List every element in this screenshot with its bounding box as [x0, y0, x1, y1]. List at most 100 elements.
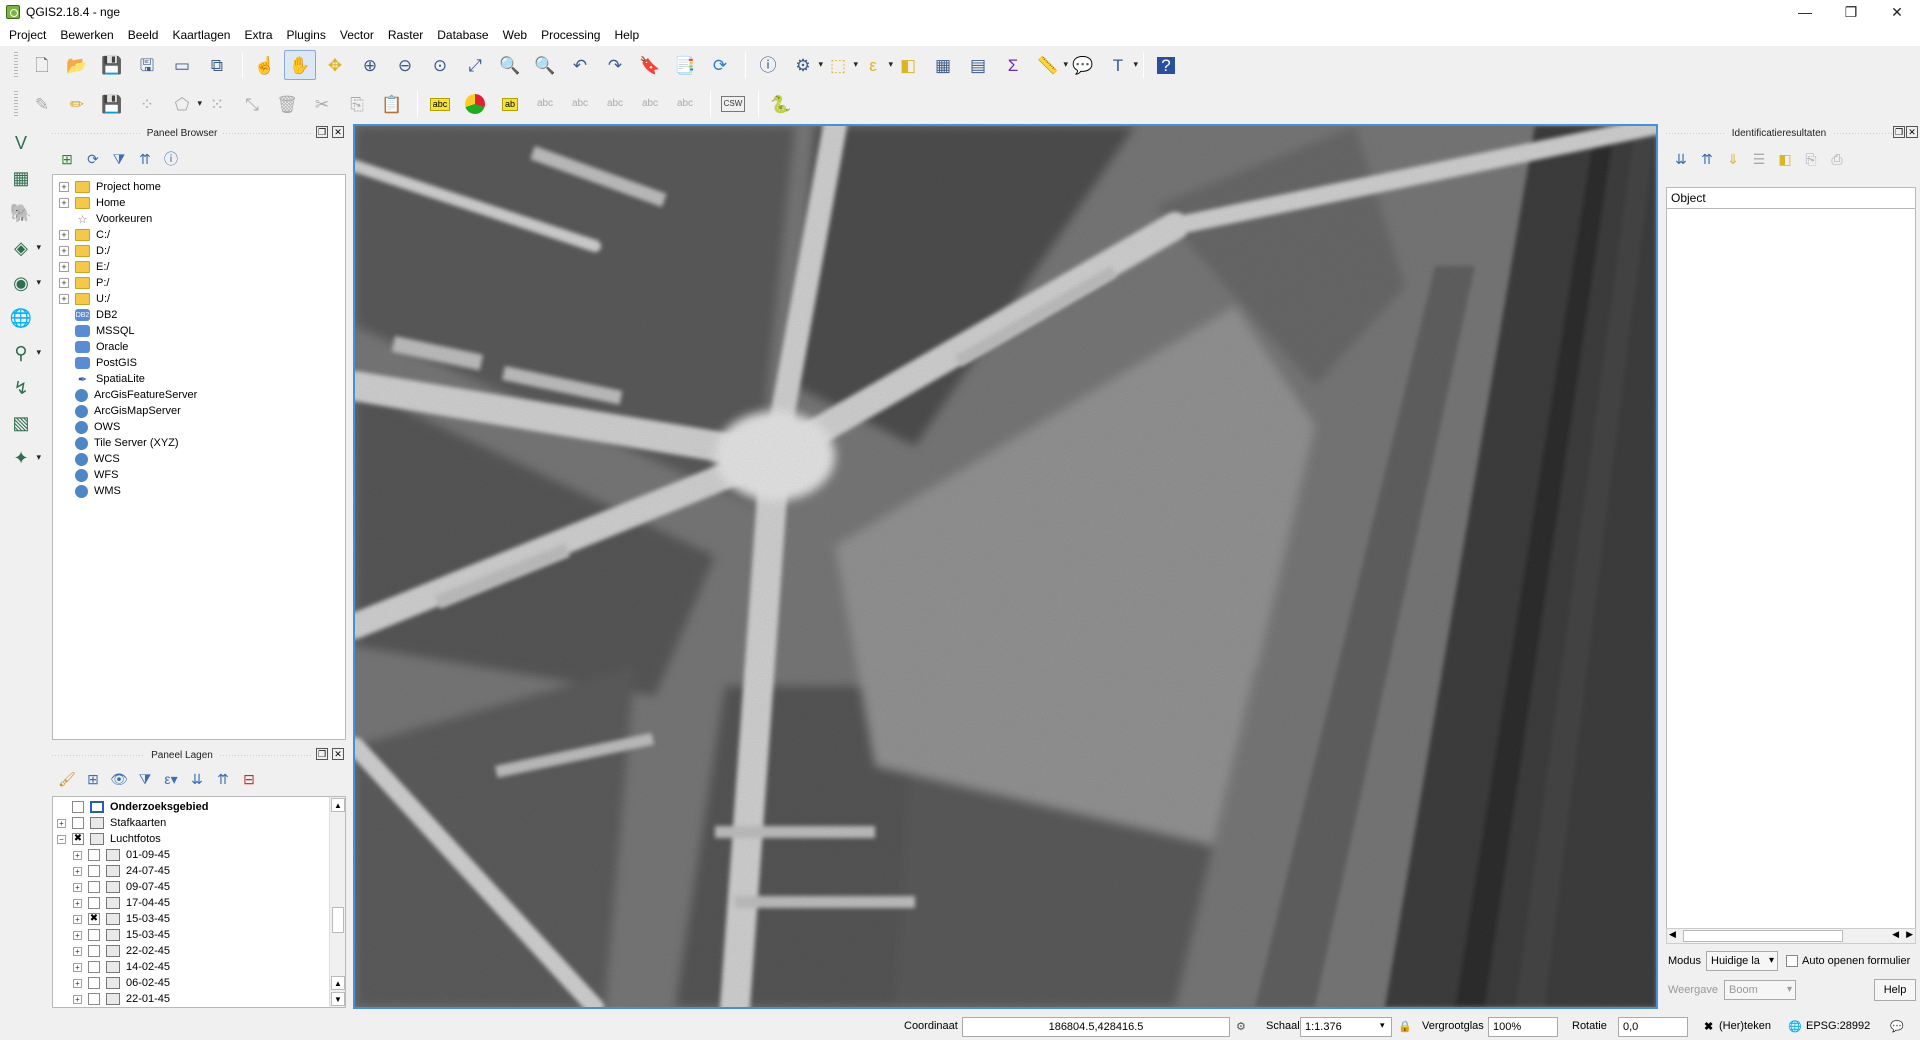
expand-icon[interactable]: + [73, 930, 82, 940]
manage-visibility-icon[interactable]: 👁 [106, 768, 132, 790]
browser-item[interactable]: DB2 DB2 [53, 307, 345, 323]
zoom-full-icon[interactable]: ⤢ [459, 50, 491, 80]
scale-dropdown-icon[interactable]: ▾ [1380, 1020, 1385, 1031]
csw-icon[interactable]: CSW [717, 89, 749, 119]
select-rect-icon[interactable]: ⬚ [822, 50, 858, 80]
show-hide-labels-icon[interactable]: abc [564, 89, 596, 119]
layer-row[interactable]: +22-02-45 [53, 943, 345, 959]
minimize-button[interactable]: — [1782, 0, 1828, 24]
render-checkbox[interactable]: ✖ [1704, 1020, 1713, 1033]
menu-help[interactable]: Help [607, 24, 646, 46]
add-group-icon[interactable]: ⊞ [80, 768, 106, 790]
styling-icon[interactable]: 🖌 [54, 768, 80, 790]
expand-icon[interactable]: + [59, 262, 69, 272]
menu-processing[interactable]: Processing [534, 24, 607, 46]
refresh-icon[interactable]: ⟳ [80, 148, 106, 170]
expand-icon[interactable]: + [73, 850, 82, 860]
menu-bewerken[interactable]: Bewerken [53, 24, 120, 46]
browser-close-button[interactable]: ✕ [332, 126, 344, 138]
magnifier-field[interactable]: 100% [1488, 1017, 1558, 1037]
browser-item[interactable]: + C:/ [53, 227, 345, 243]
statistics-icon[interactable]: Σ [997, 50, 1029, 80]
layer-row[interactable]: Onderzoeksgebied [53, 799, 345, 815]
expand-icon[interactable]: + [59, 182, 69, 192]
layer-visibility-checkbox[interactable] [88, 881, 100, 893]
browser-item[interactable]: WCS [53, 451, 345, 467]
add-feature-icon[interactable]: ⁘ [131, 89, 163, 119]
map-tips-icon[interactable]: 💬 [1067, 50, 1099, 80]
pan-icon[interactable]: ✋ [284, 50, 316, 80]
add-layer-icon[interactable]: ⊞ [54, 148, 80, 170]
browser-item[interactable]: WFS [53, 467, 345, 483]
select-feature-icon[interactable]: ◧ [1772, 148, 1798, 170]
pan-to-selection-icon[interactable]: ✥ [319, 50, 351, 80]
copy-features-icon[interactable]: ⎘ [341, 89, 373, 119]
zoom-last-icon[interactable]: ↶ [564, 50, 596, 80]
add-postgis-layer-icon[interactable]: 🐘 [3, 197, 39, 229]
object-column-header[interactable]: Object [1666, 187, 1916, 209]
collapse-tree-icon[interactable]: ⇈ [1694, 148, 1720, 170]
layer-row[interactable]: + Stafkaarten [53, 815, 345, 831]
new-bookmark-icon[interactable]: 🔖 [634, 50, 666, 80]
paste-features-icon[interactable]: 📋 [376, 89, 408, 119]
node-tool-icon[interactable]: ⤡ [236, 89, 268, 119]
browser-item[interactable]: ArcGisMapServer [53, 403, 345, 419]
browser-item[interactable]: ✒ SpatiaLite [53, 371, 345, 387]
layers-scrollbar[interactable]: ▲ ▲ ▼ [329, 797, 345, 1007]
layer-row[interactable]: +22-01-45 [53, 991, 345, 1007]
crs-label[interactable]: EPSG:28992 [1806, 1020, 1870, 1032]
expand-icon[interactable]: + [73, 946, 82, 956]
coordinate-field[interactable]: 186804.5,428416.5 [962, 1017, 1230, 1037]
new-project-icon[interactable]: 🗋 [26, 50, 58, 80]
move-label-icon[interactable]: abc [599, 89, 631, 119]
filter-expression-icon[interactable]: ε▾ [158, 768, 184, 790]
layer-visibility-checkbox[interactable] [88, 961, 100, 973]
browser-item[interactable]: PostGIS [53, 355, 345, 371]
toggle-edit-icon[interactable]: ✏ [61, 89, 93, 119]
menu-database[interactable]: Database [430, 24, 495, 46]
menu-extra[interactable]: Extra [237, 24, 279, 46]
crs-globe-icon[interactable]: 🌐 [1788, 1020, 1802, 1033]
browser-float-button[interactable]: ❐ [316, 126, 328, 138]
select-icon[interactable]: ⚙ [787, 50, 823, 80]
layer-row[interactable]: − ✖ Luchtfotos [53, 831, 345, 847]
layer-row[interactable]: +24-07-45 [53, 863, 345, 879]
scale-lock-icon[interactable]: 🔒 [1398, 1020, 1412, 1033]
add-spatialite-layer-icon[interactable]: ◈ [3, 232, 41, 264]
close-button[interactable]: ✕ [1874, 0, 1920, 24]
menu-web[interactable]: Web [496, 24, 534, 46]
browser-tree[interactable]: + Project home + Home ☆ Voorkeuren + C:/ + D:/ + E:… [52, 174, 346, 740]
help-button[interactable]: Help [1874, 979, 1916, 1001]
add-vector-layer-icon[interactable]: V [3, 127, 39, 159]
collapse-all-icon[interactable]: ⇈ [132, 148, 158, 170]
expand-icon[interactable]: + [57, 818, 66, 828]
zoom-out-icon[interactable]: ⊖ [389, 50, 421, 80]
browser-item[interactable]: + P:/ [53, 275, 345, 291]
expand-icon[interactable]: + [59, 230, 69, 240]
print-results-icon[interactable]: ⎙ [1824, 148, 1850, 170]
add-wms-layer-icon[interactable]: ⚲ [3, 337, 41, 369]
expand-icon[interactable]: + [59, 294, 69, 304]
browser-item[interactable]: MSSQL [53, 323, 345, 339]
copy-results-icon[interactable]: ⎘ [1798, 148, 1824, 170]
menu-raster[interactable]: Raster [381, 24, 430, 46]
move-feature-icon[interactable]: ⬠ [166, 89, 202, 119]
change-label-icon[interactable]: abc [669, 89, 701, 119]
help-icon[interactable]: ? [1150, 50, 1182, 80]
browser-item[interactable]: + Project home [53, 179, 345, 195]
expand-icon[interactable]: + [73, 882, 82, 892]
browser-item[interactable]: + U:/ [53, 291, 345, 307]
field-calc-icon[interactable]: ▤ [962, 50, 994, 80]
pin-label-icon[interactable]: abc [529, 89, 561, 119]
zoom-in-icon[interactable]: ⊕ [354, 50, 386, 80]
layer-visibility-checkbox[interactable] [88, 977, 100, 989]
zoom-to-layer-icon[interactable]: 🔍 [529, 50, 561, 80]
layer-visibility-checkbox[interactable] [72, 801, 84, 813]
scroll-thumb[interactable] [332, 907, 344, 933]
layer-visibility-checkbox[interactable] [88, 849, 100, 861]
layer-visibility-checkbox[interactable] [88, 929, 100, 941]
expand-icon[interactable]: − [57, 834, 66, 844]
maximize-button[interactable]: ❐ [1828, 0, 1874, 24]
menu-project[interactable]: Project [2, 24, 53, 46]
python-icon[interactable]: 🐍 [765, 89, 797, 119]
